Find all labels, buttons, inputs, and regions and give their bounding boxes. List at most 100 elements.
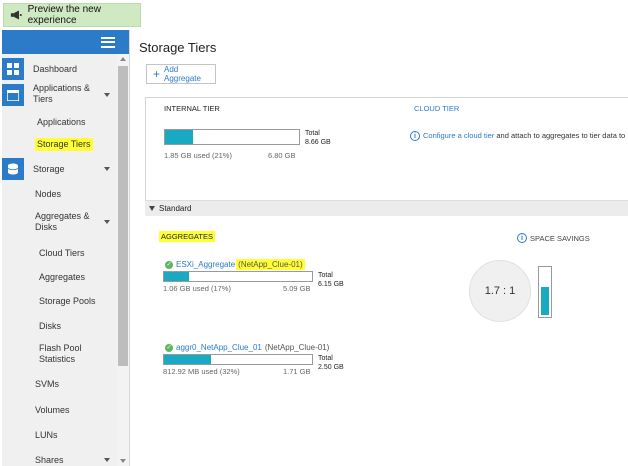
- chevron-down-icon: [104, 93, 110, 97]
- sidebar-item-volumes[interactable]: Volumes: [2, 403, 118, 417]
- sidebar-scrollbar[interactable]: [117, 54, 129, 466]
- sidebar-item-storage[interactable]: Storage: [2, 158, 118, 180]
- sidebar-item-label: Aggregates & Disks: [35, 211, 90, 232]
- internal-tier-usage-fill: [165, 130, 194, 144]
- aggregate-used: 1.06 GB used (17%): [163, 284, 231, 293]
- sidebar-item-label: Nodes: [35, 188, 62, 199]
- sidebar-item-svms[interactable]: SVMs: [2, 377, 118, 391]
- aggregate-row-title: ✓ ESXi_Aggregate (NetApp_Clue-01): [165, 259, 305, 270]
- aggregate-name-link[interactable]: aggr0_NetApp_Clue_01: [176, 343, 262, 352]
- space-savings-header: i SPACE SAVINGS: [517, 233, 590, 243]
- scroll-down-icon[interactable]: [120, 459, 126, 463]
- internal-tier-total: Total 8.66 GB: [305, 129, 331, 147]
- cloud-tier-label: CLOUD TIER: [414, 104, 460, 113]
- sidebar-item-label: Storage Tiers: [35, 137, 93, 151]
- preview-new-experience-button[interactable]: Preview the new experience: [3, 3, 141, 27]
- page-title: Storage Tiers: [139, 40, 217, 55]
- sidebar-item-label: Storage Pools: [39, 295, 96, 306]
- internal-tier-available: 6.80 GB: [268, 151, 296, 160]
- megaphone-icon: [10, 10, 22, 20]
- sidebar-item-cloud-tiers[interactable]: Cloud Tiers: [2, 246, 118, 260]
- aggregate-name-link[interactable]: ESXi_Aggregate: [176, 260, 235, 269]
- aggregate-node: (NetApp_Clue-01): [236, 259, 305, 270]
- standard-section-header[interactable]: Standard: [145, 200, 628, 216]
- storage-icon: [2, 158, 24, 180]
- sidebar-item-label: Storage: [33, 163, 65, 174]
- cloud-tier-description: and attach to aggregates to tier data to: [496, 131, 626, 140]
- sidebar-item-label: Shares: [35, 454, 64, 465]
- space-savings-label: SPACE SAVINGS: [530, 233, 590, 243]
- aggregate-usage-bar: [163, 354, 313, 365]
- sidebar-item-label: Applications: [37, 116, 86, 127]
- aggregate-usage-fill: [164, 355, 212, 364]
- aggregate-available: 1.71 GB: [283, 367, 311, 376]
- sidebar-item-label: Disks: [39, 320, 61, 331]
- sidebar-item-aggregates-disks[interactable]: Aggregates & Disks: [2, 211, 118, 235]
- chevron-down-icon: [104, 220, 110, 224]
- sidebar-item-nodes[interactable]: Nodes: [2, 187, 118, 201]
- aggregate-total: Total 2.50 GB: [318, 354, 344, 372]
- sidebar-item-label: Flash Pool Statistics: [39, 343, 82, 364]
- internal-tier-usage-bar: [164, 129, 300, 145]
- aggregate-available: 5.09 GB: [283, 284, 311, 293]
- tier-summary-panel: INTERNAL TIER CLOUD TIER Total 8.66 GB 1…: [145, 97, 628, 215]
- scroll-up-icon[interactable]: [120, 57, 126, 61]
- preview-label: Preview the new experience: [27, 4, 101, 26]
- status-ok-icon: ✓: [165, 343, 173, 352]
- sidebar-item-shares[interactable]: Shares: [2, 453, 118, 466]
- sidebar-item-disks[interactable]: Disks: [2, 319, 118, 333]
- total-label: Total: [318, 272, 333, 279]
- sidebar-header: [2, 30, 129, 54]
- total-value: 8.66 GB: [305, 139, 331, 146]
- sidebar-item-label: Volumes: [35, 404, 70, 415]
- space-savings-gauge-fill: [541, 287, 549, 315]
- aggregate-row-title: ✓ aggr0_NetApp_Clue_01 (NetApp_Clue-01): [165, 343, 329, 352]
- total-value: 2.50 GB: [318, 364, 344, 371]
- sidebar-item-luns[interactable]: LUNs: [2, 428, 118, 442]
- internal-tier-used: 1.85 GB used (21%): [164, 151, 232, 160]
- app-root: Preview the new experience Dashboard App…: [0, 0, 628, 466]
- sidebar-item-label: Applications & Tiers: [33, 83, 91, 104]
- internal-tier-label: INTERNAL TIER: [164, 104, 220, 113]
- space-savings-ratio: 1.7 : 1: [469, 260, 531, 322]
- aggregates-heading: AGGREGATES: [159, 231, 215, 242]
- sidebar-item-flash-pool-statistics[interactable]: Flash Pool Statistics: [2, 343, 118, 367]
- hamburger-menu-icon[interactable]: [101, 36, 115, 48]
- dashboard-icon: [2, 58, 24, 80]
- info-icon[interactable]: i: [517, 233, 527, 243]
- main-content: Storage Tiers + Add Aggregate INTERNAL T…: [131, 30, 628, 466]
- sidebar-item-aggregates[interactable]: Aggregates: [2, 270, 118, 284]
- sidebar-item-label: Cloud Tiers: [39, 247, 85, 258]
- total-label: Total: [305, 130, 320, 137]
- aggregates-heading-label: AGGREGATES: [159, 231, 215, 242]
- collapse-triangle-icon: [149, 206, 155, 211]
- sidebar-item-label: LUNs: [35, 429, 58, 440]
- applications-icon: [2, 84, 24, 106]
- sidebar-item-label: Aggregates: [39, 271, 86, 282]
- cloud-tier-configure-text: i Configure a cloud tier and attach to ag…: [410, 131, 626, 142]
- aggregate-used: 812.92 MB used (32%): [163, 367, 240, 376]
- add-aggregate-button[interactable]: + Add Aggregate: [146, 64, 216, 84]
- ratio-value: 1.7 : 1: [484, 285, 516, 297]
- info-icon: i: [410, 131, 420, 142]
- total-label: Total: [318, 355, 333, 362]
- sidebar-item-dashboard[interactable]: Dashboard: [2, 58, 118, 80]
- plus-icon: +: [153, 67, 161, 81]
- sidebar-item-storage-pools[interactable]: Storage Pools: [2, 294, 118, 308]
- scrollbar-thumb[interactable]: [118, 66, 128, 366]
- sidebar-item-storage-tiers[interactable]: Storage Tiers: [2, 137, 118, 151]
- sidebar: Dashboard Applications & Tiers Applicati…: [2, 30, 130, 466]
- aggregate-usage-bar: [163, 271, 313, 282]
- aggregate-usage-fill: [164, 272, 190, 281]
- sidebar-item-label: SVMs: [35, 378, 60, 389]
- configure-cloud-tier-link[interactable]: Configure a cloud tier: [423, 131, 494, 140]
- sidebar-item-label: Dashboard: [33, 63, 78, 74]
- total-value: 6.15 GB: [318, 281, 344, 288]
- sidebar-item-applications-tiers[interactable]: Applications & Tiers: [2, 83, 118, 107]
- sidebar-item-applications[interactable]: Applications: [2, 115, 118, 129]
- space-savings-gauge: [538, 266, 552, 318]
- status-ok-icon: ✓: [165, 260, 173, 269]
- aggregate-total: Total 6.15 GB: [318, 271, 344, 289]
- chevron-down-icon: [104, 458, 110, 462]
- standard-label: Standard: [159, 204, 192, 213]
